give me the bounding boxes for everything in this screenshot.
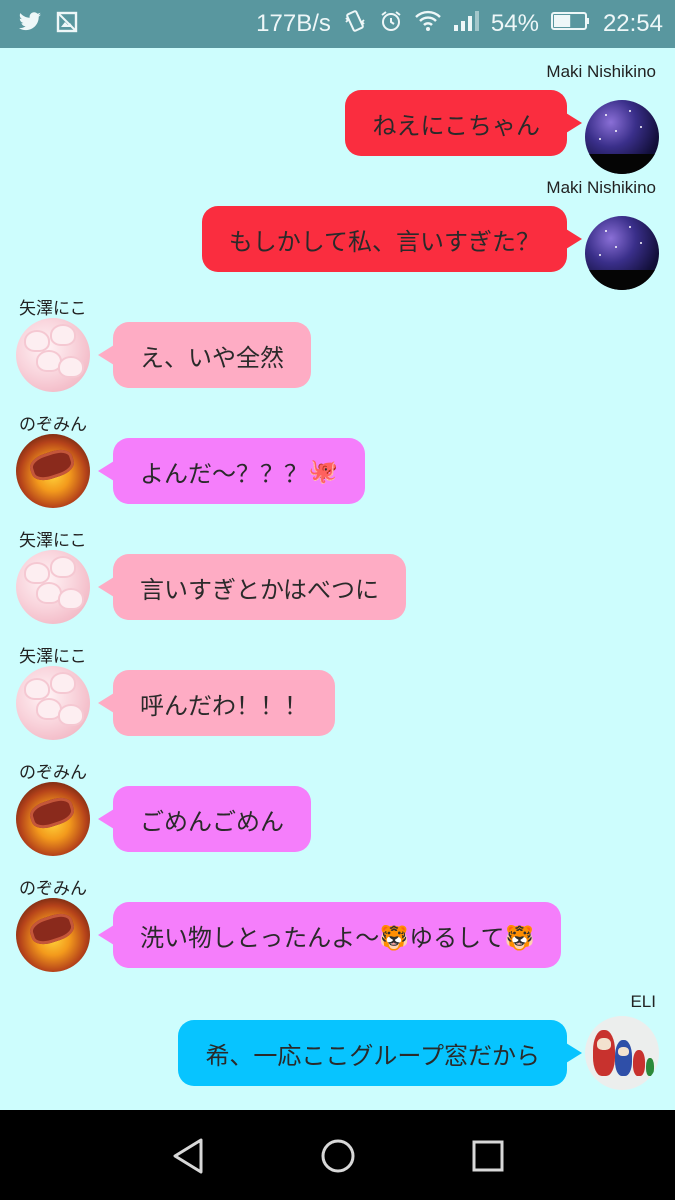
recents-icon[interactable] xyxy=(466,1134,510,1178)
vibrate-icon xyxy=(343,9,367,40)
message-text: 言いすぎとかはべつに xyxy=(140,575,380,604)
status-bar: 177B/s 54% 22:54 xyxy=(0,0,675,48)
octopus-emoji-icon: 🐙 xyxy=(308,457,338,485)
avatar-maki[interactable] xyxy=(585,100,659,174)
sender-name: のぞみん xyxy=(19,763,87,782)
wifi-icon xyxy=(415,10,441,39)
avatar-nico[interactable] xyxy=(16,666,90,740)
avatar-nozomi[interactable] xyxy=(16,898,90,972)
avatar-nico[interactable] xyxy=(16,550,90,624)
avatar-nozomi[interactable] xyxy=(16,782,90,856)
sender-name: 矢澤にこ xyxy=(19,647,87,666)
home-icon[interactable] xyxy=(316,1134,360,1178)
sender-name: Maki Nishikino xyxy=(546,62,656,81)
sender-name: 矢澤にこ xyxy=(19,531,87,550)
twitter-icon xyxy=(18,11,42,37)
message-bubble[interactable]: 呼んだわ！！！ xyxy=(98,670,335,736)
message-text: ねえにこちゃん xyxy=(372,111,540,140)
clock: 22:54 xyxy=(602,10,663,37)
message-text: 呼んだわ！！！ xyxy=(140,691,308,720)
sender-name: のぞみん xyxy=(19,879,87,898)
battery-icon xyxy=(550,10,591,38)
message-bubble[interactable]: え、いや全然 xyxy=(98,322,311,388)
message-bubble[interactable]: よんだ～？？？ 🐙 xyxy=(98,438,365,504)
sender-name: 矢澤にこ xyxy=(19,299,87,318)
avatar-eli[interactable] xyxy=(585,1016,659,1090)
message-bubble[interactable]: ねえにこちゃん xyxy=(345,90,582,156)
message-text: 希、一応ここグループ窓だから xyxy=(205,1041,540,1070)
message-bubble[interactable]: もしかして私、言いすぎた？ xyxy=(201,206,583,272)
network-speed: 177B/s xyxy=(256,10,331,37)
message-text: ごめんごめん xyxy=(140,807,284,836)
chat-area[interactable]: Maki Nishikino ねえにこちゃん Maki Nishikino もし… xyxy=(0,48,675,1110)
message-bubble[interactable]: ごめんごめん xyxy=(98,786,311,852)
message-text: よんだ～？？？ xyxy=(140,459,308,488)
navigation-bar xyxy=(0,1110,675,1200)
back-icon[interactable] xyxy=(166,1134,210,1178)
signal-icon xyxy=(453,10,479,39)
message-bubble[interactable]: 洗い物しとったんよ～🐯ゆるして🐯 xyxy=(97,902,562,968)
battery-percent: 54% xyxy=(490,10,539,37)
message-bubble[interactable]: 言いすぎとかはべつに xyxy=(97,554,407,620)
message-text: もしかして私、言いすぎた？ xyxy=(228,227,540,256)
avatar-nico[interactable] xyxy=(16,318,90,392)
avatar-maki[interactable] xyxy=(585,216,659,290)
sender-name: のぞみん xyxy=(19,415,87,434)
image-icon xyxy=(56,11,78,38)
message-bubble[interactable]: 希、一応ここグループ窓だから xyxy=(178,1020,582,1086)
alarm-icon xyxy=(379,9,403,40)
sender-name: ELI xyxy=(630,992,656,1011)
sender-name: Maki Nishikino xyxy=(546,178,656,197)
message-text: 洗い物しとったんよ～🐯ゆるして🐯 xyxy=(140,923,535,952)
avatar-nozomi[interactable] xyxy=(16,434,90,508)
message-text: え、いや全然 xyxy=(140,343,284,372)
